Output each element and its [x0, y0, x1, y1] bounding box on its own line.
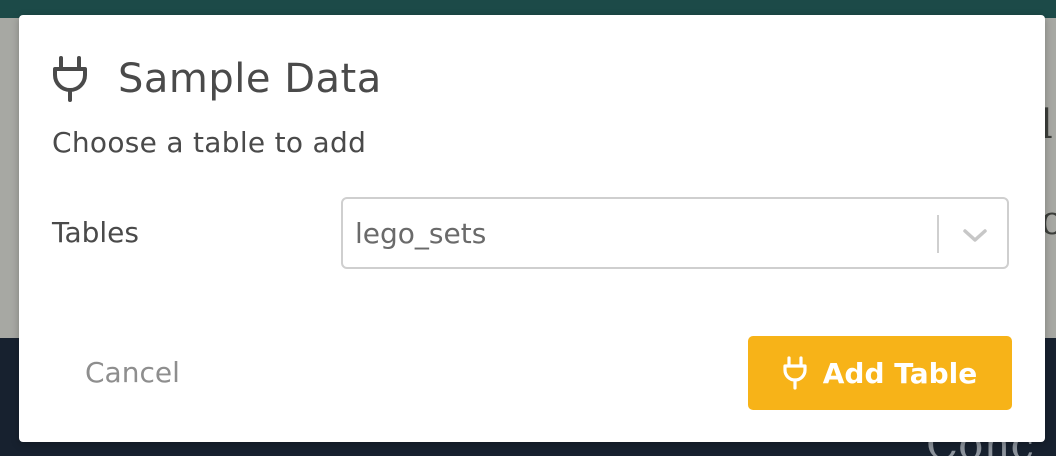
add-table-button[interactable]: Add Table — [748, 336, 1012, 410]
modal-title: Sample Data — [118, 56, 382, 102]
tables-select[interactable]: lego_sets — [341, 197, 1009, 269]
plug-icon — [52, 55, 88, 103]
cancel-button[interactable]: Cancel — [67, 341, 198, 405]
select-separator — [937, 215, 939, 253]
page: l o Conc Sample Data Choose a table to a… — [0, 0, 1056, 456]
plug-icon — [783, 356, 823, 390]
modal-subtitle: Choose a table to add — [52, 126, 367, 159]
tables-label: Tables — [52, 216, 139, 249]
add-table-label: Add Table — [822, 356, 978, 390]
sample-data-modal: Sample Data Choose a table to add Tables… — [19, 15, 1045, 442]
modal-header: Sample Data — [52, 53, 382, 105]
tables-select-value: lego_sets — [355, 217, 487, 250]
